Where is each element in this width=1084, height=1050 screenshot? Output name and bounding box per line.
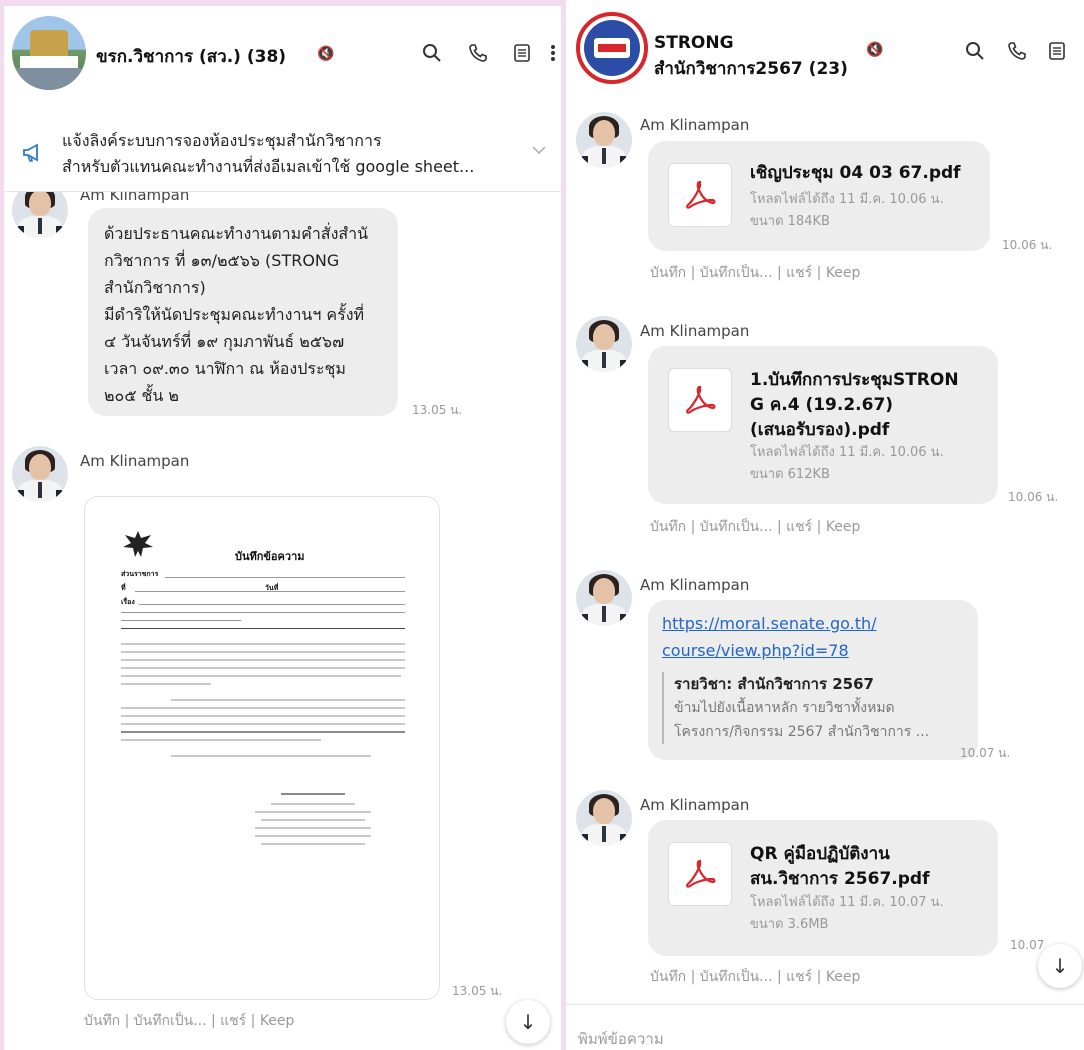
search-icon[interactable] <box>962 38 988 64</box>
file-meta: โหลดไฟล์ได้ถึง 11 มี.ค. 10.07 น. ขนาด 3.… <box>750 895 944 932</box>
left-chat-header: ขรก.วิชาการ (สว.) (38) 🔇 <box>4 6 561 110</box>
document-field-date: วันที่ <box>265 583 279 592</box>
message-line: กวิชาการ ที่ ๑๓/๒๕๖๖ (STRONG <box>104 251 340 270</box>
notes-icon[interactable] <box>509 40 535 66</box>
group-name: ขรก.วิชาการ (สว.) (38) <box>96 47 287 67</box>
message-line: มีดำริให้นัดประชุมคณะทำงานฯ ครั้งที่ <box>104 305 365 324</box>
arrow-down-icon: ↓ <box>519 1010 537 1034</box>
megaphone-icon <box>22 142 46 170</box>
message-line: สำนักวิชาการ) <box>104 278 206 297</box>
message-time: 10.06 น. <box>1008 490 1059 504</box>
message-time: 10.07 <box>1010 938 1045 952</box>
left-chat-panel: ขรก.วิชาการ (สว.) (38) 🔇 แจ้งลิงค์ระบบกา… <box>4 6 561 1050</box>
scroll-to-bottom-button[interactable]: ↓ <box>506 1000 550 1044</box>
avatar[interactable] <box>576 570 632 626</box>
file-actions[interactable]: บันทึก | บันทึกเป็น... | แชร์ | Keep <box>650 966 860 988</box>
file-name: QR คู่มือปฏิบัติงาน สน.วิชาการ 2567.pdf <box>750 844 930 889</box>
pdf-file-icon <box>668 368 732 432</box>
sender-name: Am Klinampan <box>640 116 750 134</box>
right-chat-panel: STRONG สำนักวิชาการ2567 (23) 🔇 Am Klinam… <box>566 0 1084 1050</box>
arrow-down-icon: ↓ <box>1051 954 1069 978</box>
file-message-bubble[interactable]: 1.บันทึกการประชุมSTRON G ค.4 (19.2.67) (… <box>648 346 998 504</box>
phone-icon[interactable] <box>1004 38 1030 64</box>
message-input-bar[interactable]: พิมพ์ข้อความ <box>566 1004 1084 1050</box>
file-meta: โหลดไฟล์ได้ถึง 11 มี.ค. 10.06 น. ขนาด 18… <box>750 192 944 229</box>
document-field-number: ที่ <box>121 583 126 592</box>
scroll-to-bottom-button[interactable]: ↓ <box>1038 944 1082 988</box>
message-line: ด้วยประธานคณะทำงานตามคำสั่งสำนั <box>104 224 369 243</box>
search-icon[interactable] <box>419 40 445 66</box>
phone-icon[interactable] <box>465 40 491 66</box>
file-actions[interactable]: บันทึก | บันทึกเป็น... | แชร์ | Keep <box>84 1010 294 1032</box>
avatar[interactable] <box>576 112 632 168</box>
document-image-message[interactable]: บันทึกข้อความ ส่วนราชการ ที่ วันที่ เรื่… <box>84 496 440 1000</box>
avatar[interactable] <box>576 316 632 372</box>
mute-icon: 🔇 <box>317 46 335 62</box>
avatar[interactable] <box>12 446 68 502</box>
message-time: 10.06 น. <box>1002 238 1053 252</box>
file-message-bubble[interactable]: QR คู่มือปฏิบัติงาน สน.วิชาการ 2567.pdf … <box>648 820 998 956</box>
group-avatar[interactable] <box>12 16 86 90</box>
link-preview[interactable]: รายวิชา: สำนักวิชาการ 2567 ข้ามไปยังเนื้… <box>662 672 962 744</box>
document-title: บันทึกข้อความ <box>235 550 305 563</box>
preview-title: รายวิชา: สำนักวิชาการ 2567 <box>674 675 874 693</box>
sender-name: Am Klinampan <box>640 796 750 814</box>
announcement-banner[interactable]: แจ้งลิงค์ระบบการจองห้องประชุมสำนักวิชากา… <box>4 112 561 192</box>
sender-name: Am Klinampan <box>640 576 750 594</box>
more-icon[interactable] <box>546 40 560 66</box>
message-line: เวลา ๐๙.๓๐ นาฬิกา ณ ห้องประชุม <box>104 359 346 378</box>
sender-name: Am Klinampan <box>640 322 750 340</box>
file-meta: โหลดไฟล์ได้ถึง 11 มี.ค. 10.06 น. ขนาด 61… <box>750 445 944 482</box>
file-message-bubble[interactable]: เชิญประชุม 04 03 67.pdf โหลดไฟล์ได้ถึง 1… <box>648 141 990 251</box>
pdf-file-icon <box>668 163 732 227</box>
message-time: 13.05 น. <box>452 984 503 998</box>
avatar[interactable] <box>576 790 632 846</box>
right-chat-header: STRONG สำนักวิชาการ2567 (23) 🔇 <box>566 0 1084 104</box>
file-name: เชิญประชุม 04 03 67.pdf <box>750 163 961 183</box>
preview-description: ข้ามไปยังเนื้อหาหลัก รายวิชาทั้งหมด โครง… <box>674 700 930 740</box>
pdf-file-icon <box>668 842 732 906</box>
message-time: 10.07 น. <box>960 746 1011 760</box>
text-message-bubble[interactable]: ด้วยประธานคณะทำงานตามคำสั่งสำนั กวิชาการ… <box>88 208 398 416</box>
message-line: ๔ วันจันทร์ที่ ๑๙ กุมภาพันธ์ ๒๕๖๗ <box>104 332 345 351</box>
document-field-subject: เรื่อง <box>121 597 135 606</box>
message-input-placeholder: พิมพ์ข้อความ <box>578 1030 664 1048</box>
document-field-agency: ส่วนราชการ <box>121 569 159 578</box>
announcement-text: แจ้งลิงค์ระบบการจองห้องประชุมสำนักวิชากา… <box>62 131 475 176</box>
notes-icon[interactable] <box>1044 38 1070 64</box>
group-name: STRONG สำนักวิชาการ2567 (23) <box>654 33 848 79</box>
mute-icon: 🔇 <box>866 42 884 58</box>
message-line: ๒๐๕ ชั้น ๒ <box>104 386 179 405</box>
file-actions[interactable]: บันทึก | บันทึกเป็น... | แชร์ | Keep <box>650 262 860 284</box>
sender-name: Am Klinampan <box>80 452 190 470</box>
garuda-emblem-icon <box>121 529 155 563</box>
file-name: 1.บันทึกการประชุมSTRON G ค.4 (19.2.67) (… <box>750 370 959 440</box>
group-avatar[interactable] <box>576 12 648 84</box>
message-time: 13.05 น. <box>412 403 463 417</box>
file-actions[interactable]: บันทึก | บันทึกเป็น... | แชร์ | Keep <box>650 516 860 538</box>
link-message-bubble: https://moral.senate.go.th/ course/view.… <box>648 600 978 760</box>
message-link[interactable]: https://moral.senate.go.th/ course/view.… <box>662 610 964 664</box>
chevron-down-icon[interactable] <box>531 140 547 159</box>
